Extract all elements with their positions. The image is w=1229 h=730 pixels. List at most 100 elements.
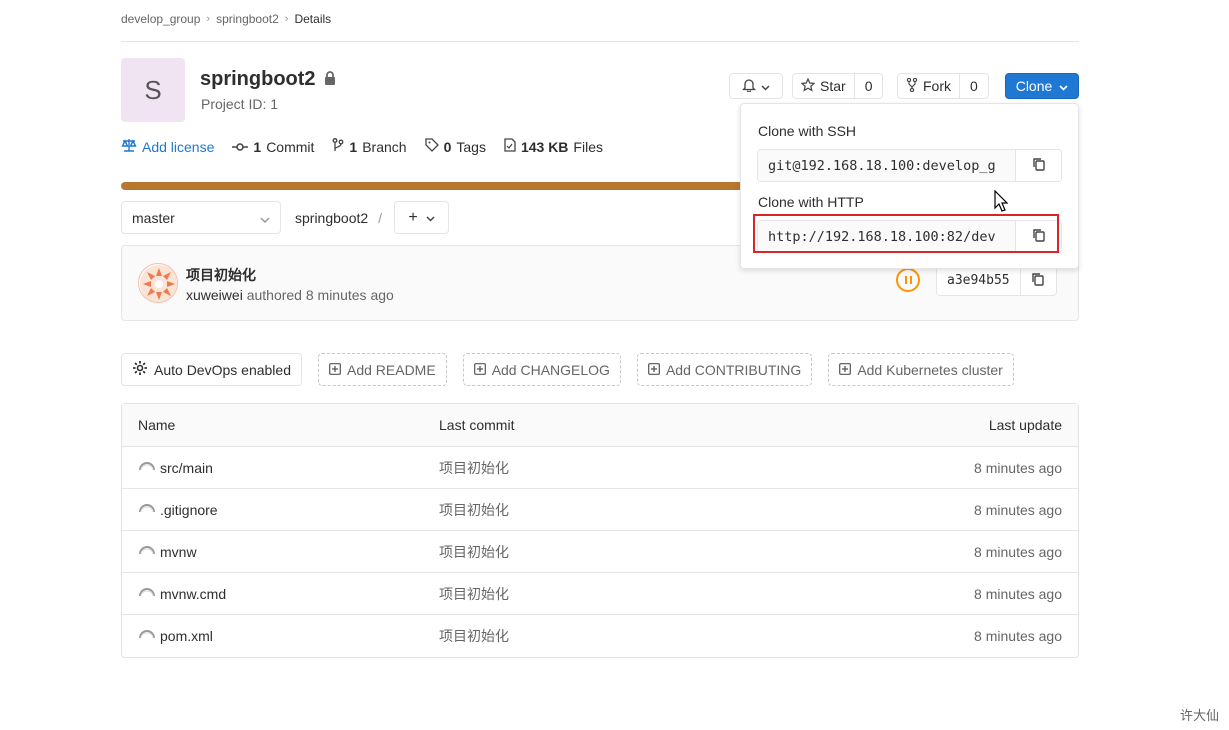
plus-square-icon xyxy=(329,362,341,378)
commits-label: Commit xyxy=(266,138,315,155)
ssh-url-input[interactable]: git@192.168.18.100:develop_g xyxy=(758,150,1015,181)
branches-count: 1 xyxy=(349,138,358,155)
file-last-commit[interactable]: 项目初始化 xyxy=(439,458,839,478)
fork-count[interactable]: 0 xyxy=(959,74,988,98)
breadcrumb-group[interactable]: develop_group xyxy=(121,12,200,26)
file-last-update: 8 minutes ago xyxy=(974,501,1062,518)
file-last-update: 8 minutes ago xyxy=(974,628,1062,644)
commit-author[interactable]: xuweiwei xyxy=(186,287,243,303)
commits-stat[interactable]: 1 Commit xyxy=(232,139,314,155)
commit-author-avatar[interactable] xyxy=(138,263,178,303)
branch-select[interactable]: master xyxy=(121,201,281,234)
file-last-commit[interactable]: 项目初始化 xyxy=(439,500,839,520)
tags-stat[interactable]: 0 Tags xyxy=(424,138,486,155)
scale-icon xyxy=(121,138,137,155)
copy-ssh-button[interactable] xyxy=(1015,150,1061,181)
project-actions: Auto DevOps enabled Add README Add CHANG… xyxy=(121,353,1014,386)
add-changelog-button[interactable]: Add CHANGELOG xyxy=(462,353,621,386)
add-kubernetes-label: Add Kubernetes cluster xyxy=(857,361,1003,378)
copy-icon xyxy=(1031,272,1045,289)
gear-icon xyxy=(132,360,148,379)
table-row[interactable]: pom.xml 项目初始化 8 minutes ago xyxy=(122,615,1078,657)
add-changelog-label: Add CHANGELOG xyxy=(491,361,610,378)
ssh-label: Clone with SSH xyxy=(758,123,857,139)
plus-square-icon xyxy=(839,362,852,378)
tag-icon xyxy=(424,138,439,155)
commit-icon xyxy=(232,139,249,155)
clone-button[interactable]: Clone xyxy=(1005,73,1079,99)
breadcrumb-project[interactable]: springboot2 xyxy=(216,12,279,26)
pipeline-status-icon[interactable] xyxy=(896,268,920,292)
files-size: 143 KB xyxy=(520,138,569,155)
lock-icon xyxy=(324,68,336,91)
repo-path-root[interactable]: springboot2 xyxy=(295,210,368,226)
table-row[interactable]: mvnw.cmd 项目初始化 8 minutes ago xyxy=(122,573,1078,615)
auto-devops-button[interactable]: Auto DevOps enabled xyxy=(121,353,302,386)
commits-count: 1 xyxy=(253,138,262,155)
bell-icon xyxy=(741,78,757,95)
chevron-down-icon xyxy=(1059,78,1068,94)
project-name: springboot2 xyxy=(200,68,316,90)
file-name[interactable]: mvnw.cmd xyxy=(160,586,226,602)
chevron-down-icon xyxy=(426,209,435,227)
tags-label: Tags xyxy=(456,138,486,155)
chevron-right-icon: › xyxy=(284,12,289,25)
breadcrumb: develop_group › springboot2 › Details xyxy=(121,10,1079,42)
fork-icon xyxy=(906,77,918,95)
header-name: Name xyxy=(138,417,176,433)
http-label: Clone with HTTP xyxy=(758,194,864,210)
star-label: Star xyxy=(820,78,846,94)
files-label: Files xyxy=(573,138,603,155)
table-row[interactable]: src/main 项目初始化 8 minutes ago xyxy=(122,447,1078,489)
copy-sha-button[interactable] xyxy=(1019,265,1056,295)
add-file-dropdown[interactable]: + xyxy=(394,201,449,234)
branch-icon xyxy=(332,138,344,155)
file-tree-table: Name Last commit Last update src/main 项目… xyxy=(121,403,1079,658)
notification-dropdown[interactable] xyxy=(729,73,783,99)
add-contributing-label: Add CONTRIBUTING xyxy=(665,361,802,378)
file-name[interactable]: mvnw xyxy=(160,544,197,560)
add-readme-button[interactable]: Add README xyxy=(317,353,447,386)
table-header: Name Last commit Last update xyxy=(122,404,1078,447)
project-avatar: S xyxy=(121,58,185,122)
copy-icon xyxy=(1032,157,1046,174)
fork-label: Fork xyxy=(923,78,951,94)
files-stat[interactable]: 143 KB Files xyxy=(504,138,603,155)
star-count[interactable]: 0 xyxy=(853,74,883,98)
auto-devops-label: Auto DevOps enabled xyxy=(154,361,291,378)
file-name[interactable]: src/main xyxy=(160,460,213,476)
clone-label: Clone xyxy=(1015,78,1053,94)
add-kubernetes-button[interactable]: Add Kubernetes cluster xyxy=(828,353,1014,386)
file-last-commit[interactable]: 项目初始化 xyxy=(439,584,839,604)
fork-button[interactable]: Fork xyxy=(898,74,959,98)
breadcrumb-current[interactable]: Details xyxy=(294,12,331,26)
file-last-commit[interactable]: 项目初始化 xyxy=(439,626,839,646)
table-row[interactable]: mvnw 项目初始化 8 minutes ago xyxy=(122,531,1078,573)
file-name[interactable]: pom.xml xyxy=(160,628,213,644)
file-last-update: 8 minutes ago xyxy=(974,459,1062,476)
plus-icon: + xyxy=(408,208,418,226)
annotation-highlight-box xyxy=(753,214,1059,253)
star-button[interactable]: Star xyxy=(793,74,854,98)
add-readme-label: Add README xyxy=(346,361,436,378)
loading-icon xyxy=(138,461,156,475)
project-id: Project ID: 1 xyxy=(201,96,279,112)
branch-name: master xyxy=(132,209,175,226)
add-license-link[interactable]: Add license xyxy=(121,138,214,155)
watermark: 许大仙 xyxy=(1180,708,1220,723)
repo-path: springboot2 / xyxy=(295,210,382,226)
file-last-commit[interactable]: 项目初始化 xyxy=(439,542,839,562)
table-row[interactable]: .gitignore 项目初始化 8 minutes ago xyxy=(122,489,1078,531)
add-contributing-button[interactable]: Add CONTRIBUTING xyxy=(636,353,813,386)
loading-icon xyxy=(138,629,156,643)
ssh-url-field: git@192.168.18.100:develop_g xyxy=(757,149,1062,182)
mouse-cursor-icon xyxy=(994,189,1009,215)
loading-icon xyxy=(138,503,156,517)
commit-sha[interactable]: a3e94b55 xyxy=(937,265,1020,295)
commit-title[interactable]: 项目初始化 xyxy=(186,265,256,285)
tags-count: 0 xyxy=(443,138,452,155)
plus-square-icon xyxy=(473,362,486,378)
branches-stat[interactable]: 1 Branch xyxy=(332,138,407,155)
path-separator: / xyxy=(378,210,383,226)
file-name[interactable]: .gitignore xyxy=(160,502,218,518)
